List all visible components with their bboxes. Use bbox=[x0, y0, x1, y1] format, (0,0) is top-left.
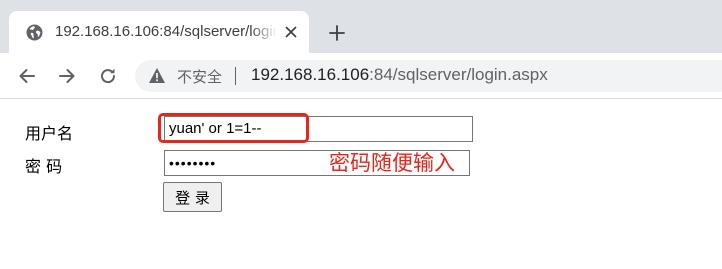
login-button[interactable]: 登 录 bbox=[163, 182, 222, 212]
arrow-right-icon bbox=[59, 69, 75, 83]
url-host: 192.168.16.106 bbox=[251, 65, 370, 84]
back-button[interactable] bbox=[15, 64, 39, 88]
password-label: 密 码 bbox=[25, 157, 63, 176]
reload-icon bbox=[101, 68, 116, 84]
username-label: 用户名 bbox=[25, 124, 74, 143]
browser-toolbar: 不安全 192.168.16.106:84/sqlserver/login.as… bbox=[0, 53, 722, 99]
annotation-text: 密码随便输入 bbox=[329, 151, 455, 175]
tab-strip: 192.168.16.106:84/sqlserver/login.aspx bbox=[0, 0, 722, 53]
omnibox-divider bbox=[235, 67, 236, 85]
reload-button[interactable] bbox=[96, 64, 120, 88]
security-status[interactable]: 不安全 bbox=[177, 66, 222, 87]
url-path: :84/sqlserver/login.aspx bbox=[369, 65, 548, 84]
close-icon[interactable] bbox=[282, 23, 300, 41]
annotation-highlight-box bbox=[158, 113, 309, 143]
url-text[interactable]: 192.168.16.106:84/sqlserver/login.aspx bbox=[251, 65, 548, 85]
new-tab-button[interactable] bbox=[325, 21, 349, 45]
forward-button[interactable] bbox=[55, 64, 79, 88]
warning-icon[interactable] bbox=[148, 67, 166, 84]
globe-icon bbox=[26, 24, 43, 41]
address-bar[interactable]: 不安全 192.168.16.106:84/sqlserver/login.as… bbox=[135, 60, 722, 92]
browser-tab[interactable]: 192.168.16.106:84/sqlserver/login.aspx bbox=[9, 11, 309, 53]
plus-icon bbox=[329, 25, 345, 41]
tab-title: 192.168.16.106:84/sqlserver/login.aspx bbox=[55, 23, 277, 40]
page-content: 用户名 yuan' or 1=1-- 密 码 •••••••• 密码随便输入 登… bbox=[0, 100, 722, 269]
arrow-left-icon bbox=[19, 69, 35, 83]
